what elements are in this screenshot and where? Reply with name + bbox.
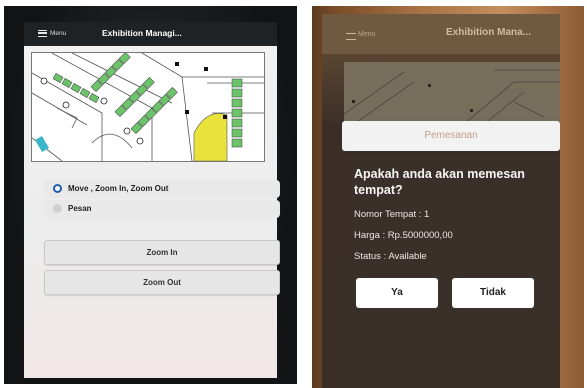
- price-text: Harga : Rp.5000000,00: [354, 230, 453, 241]
- radio-unselected-icon[interactable]: [53, 204, 62, 213]
- status-text: Status : Available: [354, 251, 427, 262]
- app-title: Exhibition Managi...: [102, 28, 182, 38]
- floor-map-drawing: [31, 51, 264, 162]
- booking-dialog: Apakah anda akan memesan tempat? Nomor T…: [342, 154, 560, 330]
- booth-number-text: Nomor Tempat : 1: [354, 209, 430, 220]
- exhibition-floor-map-dimmed: [343, 62, 560, 125]
- app-title: Exhibition Mana...: [446, 27, 532, 38]
- right-phone-photo: Menu Exhibition Mana... Pemesanan Apakah…: [312, 6, 584, 388]
- hamburger-menu-icon[interactable]: [346, 33, 356, 40]
- dialog-question: Apakah anda akan memesan tempat?: [354, 167, 525, 197]
- left-phone-photo: Menu Exhibition Managi... Move , Zoom In…: [4, 6, 297, 384]
- radio-option-pesan[interactable]: Pesan: [44, 200, 280, 218]
- confirm-yes-button[interactable]: Ya: [356, 278, 438, 308]
- left-phone-screen: Menu Exhibition Managi... Move , Zoom In…: [24, 22, 280, 378]
- dialog-title: Pemesanan: [342, 121, 560, 151]
- menu-label[interactable]: Menu: [358, 31, 376, 38]
- radio-label: Move , Zoom In, Zoom Out: [68, 184, 169, 193]
- menu-label[interactable]: Menu: [50, 30, 66, 37]
- radio-option-move-zoom[interactable]: Move , Zoom In, Zoom Out: [44, 180, 280, 198]
- exhibition-floor-map[interactable]: [31, 51, 265, 162]
- cancel-no-button[interactable]: Tidak: [452, 278, 534, 308]
- floor-map-drawing: [343, 69, 560, 125]
- radio-label: Pesan: [68, 204, 92, 213]
- zoom-in-button[interactable]: Zoom In: [44, 240, 280, 265]
- right-phone-screen: Menu Exhibition Mana... Pemesanan Apakah…: [322, 14, 560, 388]
- app-bar: Menu Exhibition Mana...: [322, 14, 560, 54]
- radio-selected-icon[interactable]: [53, 184, 62, 193]
- app-bar: Menu Exhibition Managi...: [24, 22, 277, 46]
- zoom-out-button[interactable]: Zoom Out: [44, 270, 280, 295]
- hamburger-menu-icon[interactable]: [38, 30, 47, 37]
